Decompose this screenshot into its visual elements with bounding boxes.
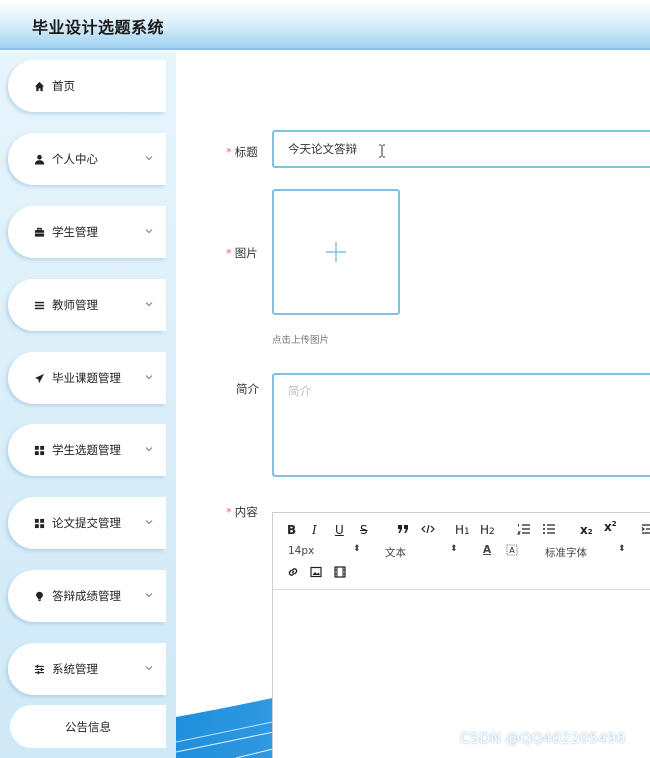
blockquote-button[interactable] xyxy=(397,523,409,537)
bullet-list-button[interactable] xyxy=(542,523,556,538)
plus-icon xyxy=(326,242,346,262)
sidebar-item-system-management[interactable]: 系统管理 xyxy=(8,643,166,695)
grid-icon xyxy=(32,443,46,457)
indent-button[interactable] xyxy=(641,523,650,538)
text-type-select[interactable]: 文本 xyxy=(385,545,406,560)
sidebar-item-label: 答辩成绩管理 xyxy=(52,589,121,603)
required-mark: * xyxy=(226,246,232,260)
sidebar-item-topic-selection[interactable]: 学生选题管理 xyxy=(8,424,166,476)
sidebar-item-teacher-management[interactable]: 教师管理 xyxy=(8,279,166,331)
editor-toolbar: B I U S H1 H2 x2 x2 14px ⬍ 文本 ⬍ A A 标准字体… xyxy=(273,513,650,590)
chevron-updown-icon: ⬍ xyxy=(618,544,626,554)
sidebar-item-label: 教师管理 xyxy=(52,298,98,312)
sidebar-item-thesis-submission[interactable]: 论文提交管理 xyxy=(8,497,166,549)
image-icon xyxy=(310,566,322,578)
sidebar: 首页 个人中心 学生管理 教师管理 毕业课题管理 学生选题管理 论文提交管理 答… xyxy=(0,52,176,758)
required-mark: * xyxy=(226,505,232,519)
sliders-icon xyxy=(32,662,46,676)
image-upload-box[interactable] xyxy=(272,189,400,315)
header2-button[interactable]: H2 xyxy=(480,523,495,537)
paper-plane-icon xyxy=(32,371,46,385)
main-content: * 标题 今天论文答辩 * 图片 点击上传图片 简介 简介 * 内容 B I U S xyxy=(176,52,650,758)
sidebar-item-defense-grades[interactable]: 答辩成绩管理 xyxy=(8,570,166,622)
sidebar-item-label: 毕业课题管理 xyxy=(52,371,121,385)
video-icon xyxy=(334,566,346,578)
underline-button[interactable]: U xyxy=(335,523,344,537)
bulb-icon xyxy=(32,589,46,603)
image-button[interactable] xyxy=(310,566,322,581)
sidebar-item-home[interactable]: 首页 xyxy=(8,60,166,112)
sidebar-item-label: 个人中心 xyxy=(52,152,98,166)
chevron-down-icon xyxy=(144,298,156,310)
indent-icon xyxy=(641,524,650,534)
bold-button[interactable]: B xyxy=(287,523,296,537)
header1-button[interactable]: H1 xyxy=(455,523,470,537)
image-label: * 图片 xyxy=(226,246,258,260)
briefcase-icon xyxy=(32,225,46,239)
bullet-list-icon xyxy=(543,524,555,534)
sidebar-item-label: 学生管理 xyxy=(52,225,98,239)
ordered-list-icon xyxy=(516,524,530,535)
font-color-button[interactable]: A xyxy=(483,544,491,556)
sidebar-item-label: 首页 xyxy=(52,79,75,93)
sidebar-item-label: 论文提交管理 xyxy=(52,516,121,530)
link-button[interactable] xyxy=(287,566,299,581)
chevron-down-icon xyxy=(144,225,156,237)
grid-icon xyxy=(32,516,46,530)
chevron-updown-icon: ⬍ xyxy=(353,544,361,554)
list-icon xyxy=(32,298,46,312)
sidebar-item-label: 学生选题管理 xyxy=(52,443,121,457)
chevron-down-icon xyxy=(144,371,156,383)
video-button[interactable] xyxy=(334,566,346,581)
chevron-down-icon xyxy=(144,516,156,528)
sidebar-item-notice[interactable]: 公告信息 xyxy=(10,705,166,748)
sidebar-item-personal-center[interactable]: 个人中心 xyxy=(8,133,166,185)
chevron-down-icon xyxy=(144,662,156,674)
rich-text-editor[interactable]: B I U S H1 H2 x2 x2 14px ⬍ 文本 ⬍ A A 标准字体… xyxy=(272,512,650,758)
content-label: * 内容 xyxy=(226,505,258,519)
subscript-button[interactable]: x2 xyxy=(580,523,593,537)
link-icon xyxy=(288,568,298,576)
brief-label: 简介 xyxy=(236,382,259,396)
ordered-list-button[interactable] xyxy=(516,523,531,538)
watermark: CSDN @QQ402205496 xyxy=(460,731,626,747)
superscript-button[interactable]: x2 xyxy=(604,520,617,534)
font-family-select[interactable]: 标准字体 xyxy=(545,545,587,560)
text-cursor-icon xyxy=(379,144,385,158)
code-icon xyxy=(421,524,435,534)
quote-icon xyxy=(398,525,408,533)
required-mark: * xyxy=(226,145,232,159)
sidebar-item-topic-management[interactable]: 毕业课题管理 xyxy=(8,352,166,404)
sidebar-item-label: 系统管理 xyxy=(52,662,98,676)
title-input[interactable]: 今天论文答辩 xyxy=(272,130,650,168)
code-block-button[interactable] xyxy=(421,523,435,537)
chevron-down-icon xyxy=(144,152,156,164)
sidebar-item-student-management[interactable]: 学生管理 xyxy=(8,206,166,258)
svg-text:A: A xyxy=(509,546,515,555)
chevron-down-icon xyxy=(144,443,156,455)
brief-textarea[interactable]: 简介 xyxy=(272,373,650,477)
upload-tip: 点击上传图片 xyxy=(272,335,330,346)
strike-button[interactable]: S xyxy=(360,523,368,537)
user-icon xyxy=(32,152,46,166)
font-size-select[interactable]: 14px xyxy=(288,545,314,557)
title-label: * 标题 xyxy=(226,145,258,159)
chevron-down-icon xyxy=(144,589,156,601)
highlight-icon: A xyxy=(506,544,518,556)
home-icon xyxy=(32,79,46,93)
chevron-updown-icon: ⬍ xyxy=(450,544,458,554)
background-color-button[interactable]: A xyxy=(506,544,518,559)
italic-button[interactable]: I xyxy=(312,523,317,537)
app-header: 毕业设计选题系统 xyxy=(0,0,650,50)
app-title: 毕业设计选题系统 xyxy=(32,18,165,37)
